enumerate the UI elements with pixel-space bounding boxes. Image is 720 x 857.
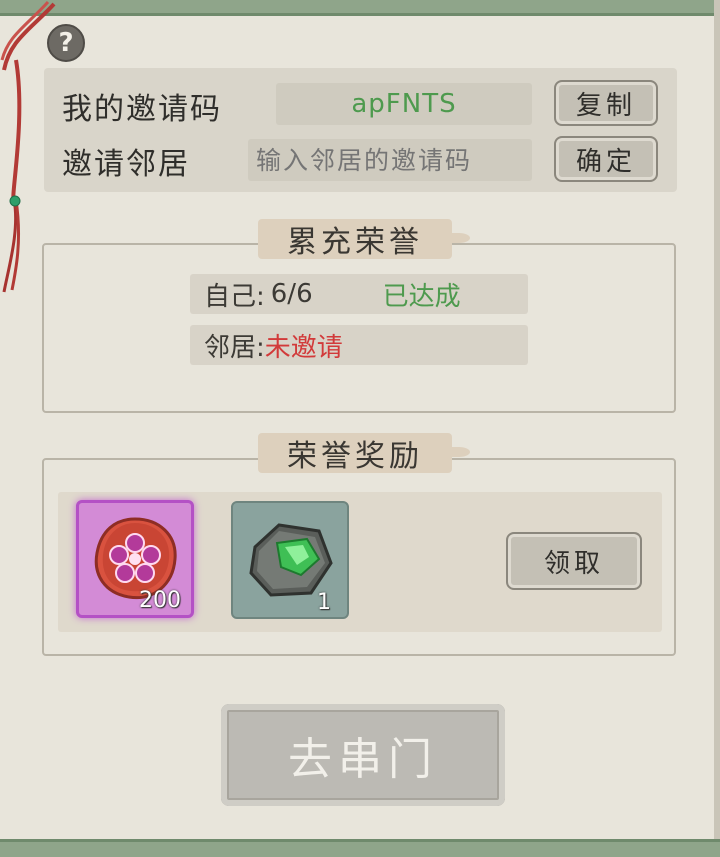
self-status-row: 自己: 6/6 已达成 [190,274,528,314]
neighbor-code-input[interactable] [248,139,532,181]
help-button[interactable]: ? [47,24,85,62]
neighbor-label: 邻居: [204,332,265,363]
self-achieved-status: 已达成 [382,281,461,312]
claim-button[interactable]: 领取 [506,532,642,590]
my-invite-code-value: apFNTS [276,83,532,125]
reward-item-plum-token[interactable]: 200 [76,500,194,618]
reward-quantity: 200 [139,588,181,613]
top-border [0,0,720,16]
reward-quantity: 1 [317,590,331,615]
go-visit-button[interactable]: 去串门 [221,704,505,806]
neighbor-status-row: 邻居: 未邀请 [190,325,528,365]
question-mark-icon: ? [58,28,74,58]
reward-item-jade-stone[interactable]: 1 [231,501,349,619]
honor-title: 累充荣誉 [258,219,470,260]
right-border [714,0,720,857]
bottom-border [0,839,720,857]
self-label: 自己: [204,281,265,312]
invite-neighbor-label: 邀请邻居 [62,147,190,182]
my-invite-code-label: 我的邀请码 [62,92,222,127]
copy-button[interactable]: 复制 [554,80,658,126]
self-progress: 6/6 [270,279,313,309]
rewards-title: 荣誉奖励 [258,433,470,474]
confirm-button[interactable]: 确定 [554,136,658,182]
neighbor-invite-status: 未邀请 [264,332,343,363]
